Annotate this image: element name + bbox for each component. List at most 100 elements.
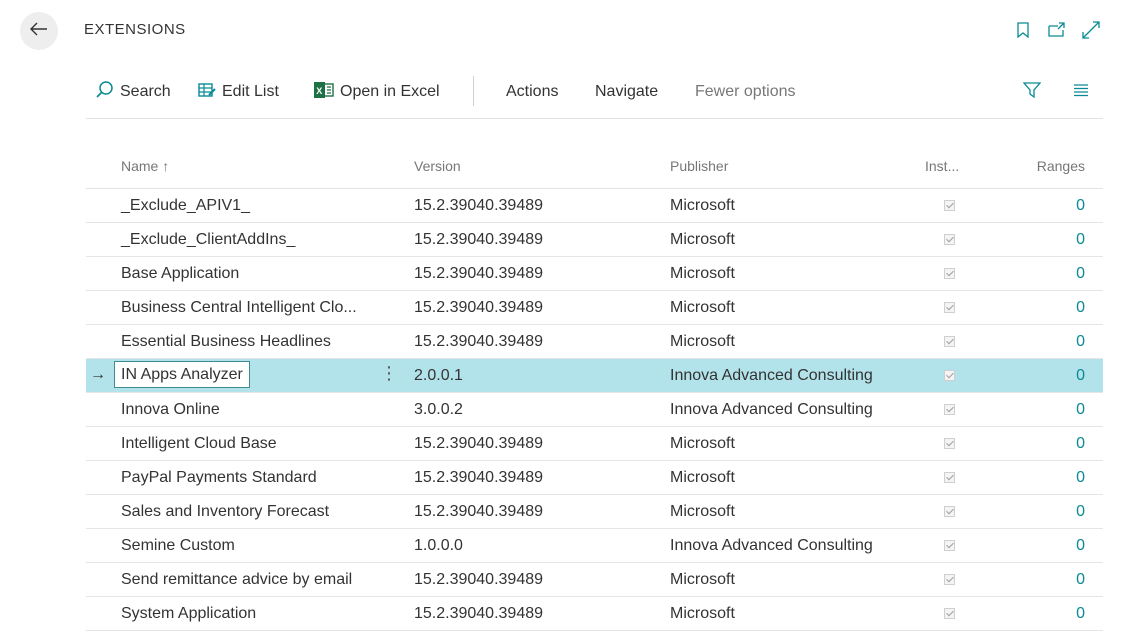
row-version: 2.0.0.1: [414, 367, 463, 384]
row-version: 15.2.39040.39489: [414, 571, 544, 588]
row-publisher: Microsoft: [670, 571, 735, 588]
open-in-excel-button[interactable]: X Open in Excel: [314, 80, 440, 104]
row-version: 15.2.39040.39489: [414, 299, 544, 316]
list-view-button[interactable]: [1073, 80, 1089, 104]
row-ranges-link[interactable]: 0: [1076, 401, 1085, 419]
table-row[interactable]: Send remittance advice by email 15.2.390…: [86, 563, 1103, 597]
row-version: 15.2.39040.39489: [414, 265, 544, 282]
row-ranges-link[interactable]: 0: [1076, 469, 1085, 487]
row-publisher: Microsoft: [670, 605, 735, 622]
row-name-text: IN Apps Analyzer: [121, 365, 243, 383]
edit-list-icon: [198, 82, 216, 103]
row-publisher: Microsoft: [670, 503, 735, 520]
row-name: System Application: [121, 605, 257, 622]
toolbar-divider: [473, 76, 474, 106]
row-ranges-link[interactable]: 0: [1076, 571, 1085, 589]
row-version: 15.2.39040.39489: [414, 435, 544, 452]
table-row[interactable]: PayPal Payments Standard 15.2.39040.3948…: [86, 461, 1103, 495]
table-row[interactable]: _Exclude_APIV1_ 15.2.39040.39489 Microso…: [86, 189, 1103, 223]
row-name: PayPal Payments Standard: [121, 469, 317, 486]
row-ranges-link[interactable]: 0: [1076, 435, 1085, 453]
navigate-menu[interactable]: Navigate: [595, 80, 658, 104]
search-button[interactable]: Search: [96, 80, 171, 104]
back-button[interactable]: [20, 12, 58, 50]
row-name: Base Application: [121, 265, 240, 282]
row-name: Semine Custom: [121, 537, 235, 554]
row-version: 3.0.0.2: [414, 401, 463, 418]
row-ranges-link[interactable]: 0: [1076, 537, 1085, 555]
table-row[interactable]: Innova Online 3.0.0.2 Innova Advanced Co…: [86, 393, 1103, 427]
svg-text:X: X: [316, 86, 322, 96]
row-version: 15.2.39040.39489: [414, 333, 544, 350]
row-name: _Exclude_APIV1_: [121, 197, 250, 214]
row-version: 15.2.39040.39489: [414, 503, 544, 520]
more-options-icon[interactable]: ⋮: [380, 363, 398, 384]
row-name: Innova Online: [121, 401, 220, 418]
fewer-options-button[interactable]: Fewer options: [695, 80, 796, 104]
row-ranges-link[interactable]: 0: [1076, 503, 1085, 521]
table-row[interactable]: Essential Business Headlines 15.2.39040.…: [86, 325, 1103, 359]
row-publisher: Microsoft: [670, 469, 735, 486]
column-header-name[interactable]: Name ↑: [121, 158, 169, 174]
table-row[interactable]: Semine Custom 1.0.0.0 Innova Advanced Co…: [86, 529, 1103, 563]
search-icon: [96, 80, 114, 104]
excel-icon: X: [314, 81, 334, 104]
table-row[interactable]: _Exclude_ClientAddIns_ 15.2.39040.39489 …: [86, 223, 1103, 257]
installed-checkbox: [944, 232, 955, 250]
arrow-left-icon: [30, 22, 48, 41]
actions-menu[interactable]: Actions: [506, 80, 558, 104]
table-row[interactable]: Intelligent Cloud Base 15.2.39040.39489 …: [86, 427, 1103, 461]
row-publisher: Microsoft: [670, 333, 735, 350]
row-version: 15.2.39040.39489: [414, 197, 544, 214]
filter-icon: [1022, 81, 1042, 104]
row-ranges-link[interactable]: 0: [1076, 231, 1085, 249]
installed-checkbox: [944, 436, 955, 454]
row-version: 1.0.0.0: [414, 537, 463, 554]
row-ranges-link[interactable]: 0: [1076, 605, 1085, 623]
column-header-publisher[interactable]: Publisher: [670, 158, 728, 174]
edit-list-button[interactable]: Edit List: [198, 80, 279, 104]
row-ranges-link[interactable]: 0: [1076, 299, 1085, 317]
arrow-right-icon: →: [90, 366, 106, 383]
filter-button[interactable]: [1022, 80, 1042, 104]
row-publisher: Microsoft: [670, 265, 735, 282]
row-name[interactable]: IN Apps Analyzer: [114, 361, 250, 388]
installed-checkbox: [944, 572, 955, 590]
expand-icon[interactable]: [1081, 20, 1101, 40]
extensions-list: Name ↑ Version Publisher Inst... Ranges …: [86, 148, 1103, 631]
table-row[interactable]: Business Central Intelligent Clo... 15.2…: [86, 291, 1103, 325]
row-ranges-link[interactable]: 0: [1076, 333, 1085, 351]
search-label: Search: [120, 83, 171, 100]
installed-checkbox: [944, 606, 955, 624]
row-publisher: Innova Advanced Consulting: [670, 401, 873, 418]
table-row-selected[interactable]: → IN Apps Analyzer ⋮ 2.0.0.1 Innova Adva…: [86, 359, 1103, 393]
row-publisher: Innova Advanced Consulting: [670, 367, 873, 384]
installed-checkbox: [944, 266, 955, 284]
column-header-ranges[interactable]: Ranges: [1037, 158, 1085, 174]
edit-list-label: Edit List: [222, 83, 279, 100]
row-ranges-link[interactable]: 0: [1076, 367, 1085, 385]
row-name: Sales and Inventory Forecast: [121, 503, 330, 520]
column-header-installed[interactable]: Inst...: [925, 158, 959, 174]
page-title: EXTENSIONS: [84, 21, 186, 38]
column-header-version[interactable]: Version: [414, 158, 461, 174]
installed-checkbox: [944, 334, 955, 352]
installed-checkbox: [944, 470, 955, 488]
row-name: _Exclude_ClientAddIns_: [121, 231, 296, 248]
installed-checkbox: [944, 300, 955, 318]
row-publisher: Microsoft: [670, 435, 735, 452]
column-headers: Name ↑ Version Publisher Inst... Ranges: [86, 148, 1103, 189]
table-row[interactable]: Sales and Inventory Forecast 15.2.39040.…: [86, 495, 1103, 529]
open-new-window-icon[interactable]: [1047, 20, 1067, 40]
row-publisher: Microsoft: [670, 299, 735, 316]
installed-checkbox: [944, 504, 955, 522]
row-version: 15.2.39040.39489: [414, 605, 544, 622]
table-row[interactable]: Base Application 15.2.39040.39489 Micros…: [86, 257, 1103, 291]
row-ranges-link[interactable]: 0: [1076, 197, 1085, 215]
row-version: 15.2.39040.39489: [414, 469, 544, 486]
row-name: Business Central Intelligent Clo...: [121, 299, 357, 316]
row-ranges-link[interactable]: 0: [1076, 265, 1085, 283]
installed-checkbox: [944, 198, 955, 216]
table-row[interactable]: System Application 15.2.39040.39489 Micr…: [86, 597, 1103, 631]
bookmark-icon[interactable]: [1013, 20, 1033, 40]
